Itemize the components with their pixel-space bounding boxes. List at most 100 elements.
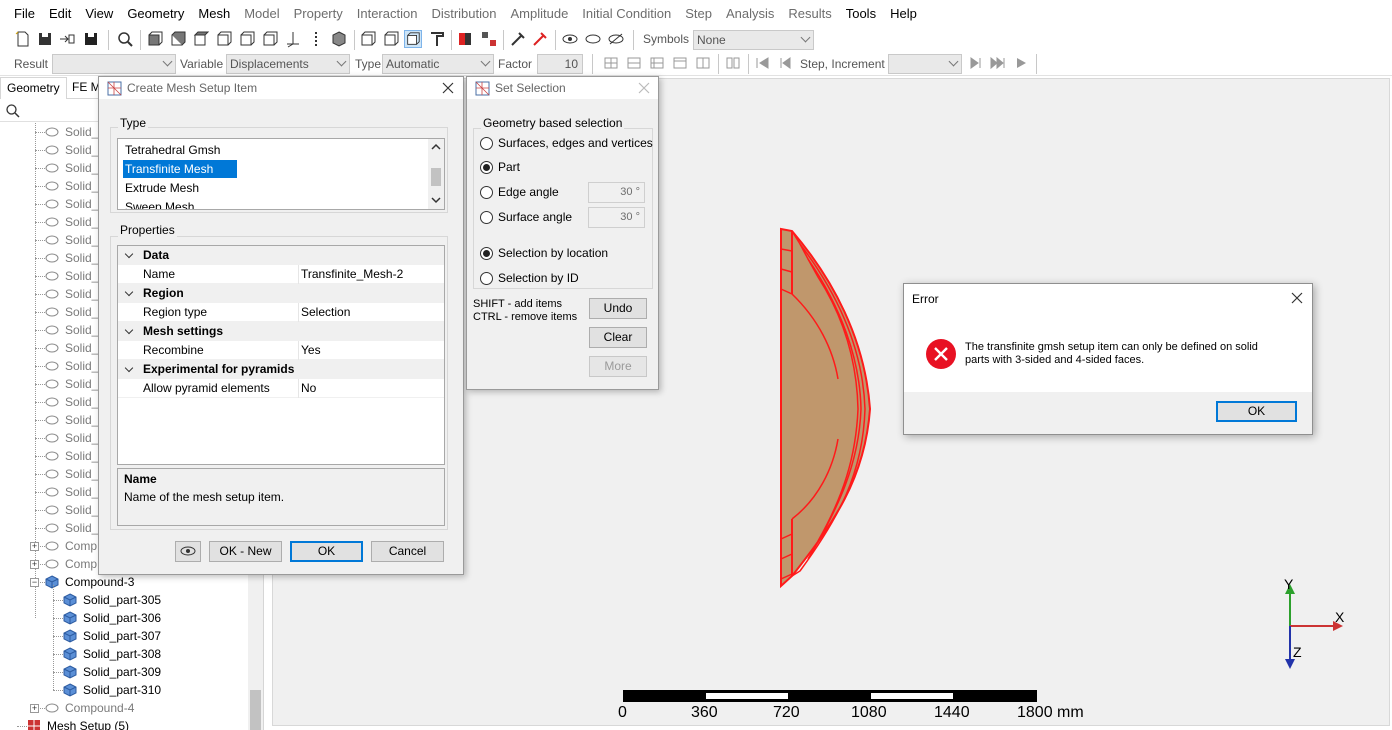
hide-all-icon[interactable] — [607, 30, 625, 48]
list-item[interactable]: Extrude Mesh — [123, 179, 199, 197]
view-front-icon[interactable] — [146, 30, 164, 48]
color-map-icon[interactable] — [480, 30, 498, 48]
close-icon[interactable] — [1288, 289, 1306, 307]
table-icon-2[interactable] — [625, 54, 643, 72]
clear-button[interactable]: Clear — [589, 327, 647, 348]
chevron-down-icon[interactable] — [124, 325, 134, 335]
hidden-line-icon[interactable] — [382, 30, 400, 48]
view-right-icon[interactable] — [261, 30, 279, 48]
view-back-icon[interactable] — [169, 30, 187, 48]
menu-distribution[interactable]: Distribution — [424, 0, 503, 28]
table-icon-1[interactable] — [602, 54, 620, 72]
list-item[interactable]: Sweep Mesh — [123, 198, 194, 209]
radio-surfaces[interactable] — [480, 137, 493, 150]
zoom-icon[interactable] — [116, 30, 134, 48]
hide-icon[interactable] — [584, 30, 602, 48]
close-icon[interactable] — [439, 79, 457, 97]
import-icon[interactable] — [58, 30, 76, 48]
table-icon-5[interactable] — [694, 54, 712, 72]
play-icon[interactable] — [1012, 54, 1030, 72]
property-value[interactable]: Selection — [301, 303, 350, 322]
menu-file[interactable]: File — [0, 0, 42, 28]
iso-view-icon[interactable] — [330, 30, 348, 48]
rotate-icon[interactable] — [307, 30, 325, 48]
menu-help[interactable]: Help — [883, 0, 924, 28]
type-list[interactable]: Tetrahedral Gmsh Transfinite Mesh Extrud… — [117, 138, 445, 210]
menu-interaction[interactable]: Interaction — [350, 0, 425, 28]
step-combo[interactable] — [888, 54, 962, 74]
axis-view-icon[interactable] — [284, 30, 302, 48]
type-combo[interactable]: Automatic — [382, 54, 494, 74]
previous-step-icon[interactable] — [776, 54, 794, 72]
pick-icon[interactable] — [509, 30, 527, 48]
scroll-down-icon[interactable] — [431, 196, 441, 204]
properties-grid[interactable]: Data Name Transfinite_Mesh-2 Region Region t… — [117, 245, 445, 465]
shaded-icon[interactable] — [404, 30, 422, 48]
menu-geometry[interactable]: Geometry — [120, 0, 191, 28]
collapse-icon[interactable]: − — [30, 578, 39, 587]
last-step-icon[interactable] — [989, 54, 1007, 72]
ok-button[interactable]: OK — [290, 541, 363, 562]
menu-property[interactable]: Property — [287, 0, 350, 28]
radio-part[interactable] — [480, 161, 493, 174]
property-row[interactable]: Name Transfinite_Mesh-2 — [118, 265, 444, 284]
list-item-selected[interactable]: Transfinite Mesh — [123, 160, 237, 178]
error-ok-button[interactable]: OK — [1216, 401, 1297, 422]
cancel-button[interactable]: Cancel — [371, 541, 444, 562]
section-icon[interactable] — [428, 30, 446, 48]
radio-by-id[interactable] — [480, 272, 493, 285]
property-category[interactable]: Region — [118, 284, 444, 303]
curved-part[interactable] — [780, 227, 872, 589]
view-bottom-icon[interactable] — [215, 30, 233, 48]
ok-new-button[interactable]: OK - New — [209, 541, 282, 562]
edge-angle-input[interactable]: 30 ° — [588, 182, 645, 203]
variable-combo[interactable]: Displacements — [226, 54, 350, 74]
property-value[interactable]: Transfinite_Mesh-2 — [301, 265, 403, 284]
table-icon-4[interactable] — [671, 54, 689, 72]
property-row[interactable]: Recombine Yes — [118, 341, 444, 360]
show-icon[interactable] — [561, 30, 579, 48]
menu-model[interactable]: Model — [237, 0, 286, 28]
surface-angle-input[interactable]: 30 ° — [588, 207, 645, 228]
color-by-icon[interactable] — [456, 30, 474, 48]
menu-analysis[interactable]: Analysis — [719, 0, 781, 28]
wireframe-icon[interactable] — [359, 30, 377, 48]
symbols-combo[interactable]: None — [693, 30, 814, 50]
menu-amplitude[interactable]: Amplitude — [503, 0, 575, 28]
property-value[interactable]: Yes — [301, 341, 321, 360]
property-value[interactable]: No — [301, 379, 316, 398]
tree-scrollbar-thumb[interactable] — [250, 690, 261, 730]
scroll-up-icon[interactable] — [431, 143, 441, 151]
close-icon[interactable] — [635, 79, 653, 97]
property-category[interactable]: Experimental for pyramids — [118, 360, 444, 379]
view-left-icon[interactable] — [238, 30, 256, 48]
menu-initial-condition[interactable]: Initial Condition — [575, 0, 678, 28]
tab-geometry[interactable]: Geometry — [0, 77, 67, 99]
undo-button[interactable]: Undo — [589, 298, 647, 319]
property-category[interactable]: Mesh settings — [118, 322, 444, 341]
property-row[interactable]: Allow pyramid elements No — [118, 379, 444, 398]
next-step-icon[interactable] — [967, 54, 985, 72]
more-button[interactable]: More — [589, 356, 647, 377]
compare-icon[interactable] — [724, 54, 742, 72]
menu-edit[interactable]: Edit — [42, 0, 78, 28]
view-top-icon[interactable] — [192, 30, 210, 48]
first-step-icon[interactable] — [753, 54, 771, 72]
table-icon-3[interactable] — [648, 54, 666, 72]
chevron-down-icon[interactable] — [124, 363, 134, 373]
open-file-icon[interactable] — [36, 30, 54, 48]
list-item[interactable]: Tetrahedral Gmsh — [123, 141, 220, 159]
preview-button[interactable] — [175, 541, 201, 562]
result-combo[interactable] — [52, 54, 176, 74]
expand-icon[interactable]: + — [30, 542, 39, 551]
radio-by-location[interactable] — [480, 247, 493, 260]
menu-results[interactable]: Results — [781, 0, 838, 28]
save-icon[interactable] — [82, 30, 100, 48]
radio-edge-angle[interactable] — [480, 186, 493, 199]
menu-view[interactable]: View — [78, 0, 120, 28]
expand-icon[interactable]: + — [30, 704, 39, 713]
menu-tools[interactable]: Tools — [839, 0, 883, 28]
menu-step[interactable]: Step — [678, 0, 719, 28]
chevron-down-icon[interactable] — [124, 287, 134, 297]
radio-surface-angle[interactable] — [480, 211, 493, 224]
